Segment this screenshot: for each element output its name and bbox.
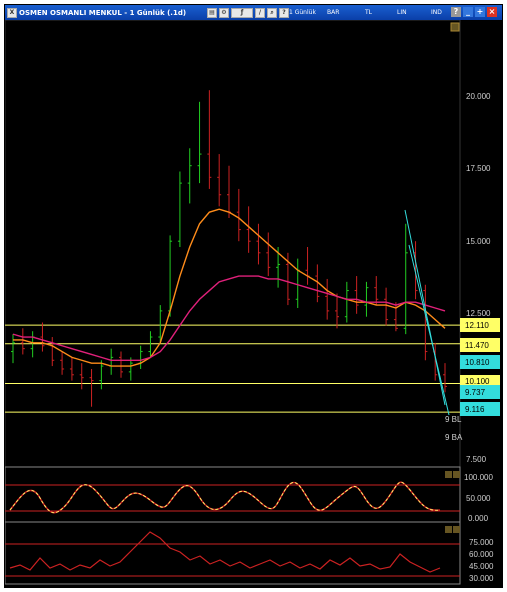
axis-label-7500: 7.500 [466,455,487,464]
rsi-panel [5,521,461,585]
zoom-icon[interactable]: ⌕ [267,7,277,18]
osc-axis-100: 100.000 [464,473,493,482]
price-bar [40,322,45,352]
price-bar [138,345,143,369]
price-bar [325,278,330,320]
price-bar [256,223,261,265]
price-bar [344,281,349,323]
panel-toggle-icon[interactable] [450,22,460,32]
price-bar [109,348,114,375]
price-bar [305,247,310,285]
price-bar [60,351,65,375]
price-bar [335,293,339,329]
currency-dropdown[interactable]: TL [365,9,372,16]
price-bar [236,188,241,242]
minimize-icon[interactable]: _ [463,7,473,17]
price-bar [50,337,55,367]
maximize-icon[interactable]: + [475,7,485,17]
window-title: OSMEN OSMANLI MENKUL - 1 Günlük (.1d) [19,8,187,17]
trendline-upper[interactable] [404,209,446,406]
annotation-ba: 9 BA [445,433,463,442]
price-chart[interactable]: 20.000 17.500 15.000 12.500 7.500 12.110… [5,20,502,587]
osc-axis-50: 50.000 [466,494,491,503]
stochastic-d-line [9,481,441,514]
rsi-axis-75: 75.000 [469,538,494,547]
trendline-lower[interactable] [408,244,450,416]
price-bar [20,328,25,355]
price-bar [197,101,202,184]
axis-label-15000: 15.000 [466,237,491,246]
price-bar [30,331,35,358]
price-bar [364,281,369,317]
help-icon[interactable]: ? [451,7,461,17]
panel3-settings-icon[interactable] [445,526,452,533]
panel2-close-icon[interactable] [453,471,460,478]
annotation-bl: 9 BL [445,415,462,424]
close-icon[interactable]: × [487,7,497,17]
axis-label-12500: 12.500 [466,309,491,318]
rsi-line [9,531,441,573]
price-bar [177,171,182,248]
axis-label-17500: 17.500 [466,164,491,173]
formula-icon[interactable]: ƒ [231,7,253,18]
price-bar [119,351,123,378]
panel2-settings-icon[interactable] [445,471,452,478]
draw-icon[interactable]: / [255,7,265,18]
app-icon: X [7,7,17,18]
ma-slow-line [12,275,446,361]
price-bar [266,232,271,277]
price-bar [246,206,251,253]
price-box-12110-label: 12.110 [465,321,489,330]
indicator-dropdown[interactable]: IND [431,9,442,16]
period-dropdown[interactable]: 1 Günlük [289,9,316,16]
price-bar [99,360,104,390]
axis-label-20000: 20.000 [466,92,491,101]
panel3-close-icon[interactable] [453,526,460,533]
price-box-11470-label: 11.470 [465,341,489,350]
price-box-9116-label: 9.116 [465,405,485,414]
open-icon[interactable]: ▤ [207,7,217,18]
price-bar [148,331,153,358]
price-bar [217,154,222,207]
price-bar [384,287,389,326]
price-bar [295,258,300,308]
osc-axis-0: 0.000 [468,514,489,523]
price-bar [443,363,447,393]
price-box-10100-label: 10.100 [465,377,490,386]
price-bar [89,368,94,407]
price-bar [374,276,379,306]
title-bar[interactable]: X OSMEN OSMANLI MENKUL - 1 Günlük (.1d) … [5,5,502,20]
price-bar [227,165,231,218]
price-bar [11,334,15,364]
price-bar [69,357,74,381]
price-bar [354,276,359,314]
rsi-axis-45: 45.000 [469,562,494,571]
price-panel [5,20,461,468]
price-box-10810-label: 10.810 [465,358,490,367]
chart-window: X OSMEN OSMANLI MENKUL - 1 Günlük (.1d) … [4,4,503,588]
price-bar [187,148,192,204]
price-bar [403,223,408,335]
rsi-axis-30: 30.000 [469,574,494,583]
rsi-axis-60: 60.000 [469,550,494,559]
info-icon[interactable]: ? [279,7,289,18]
scale-dropdown[interactable]: LIN [397,9,407,16]
price-box-9737-label: 9.737 [465,388,486,397]
bar-type-dropdown[interactable]: BAR [327,9,339,16]
ma-fast-line [13,208,446,367]
price-bar [79,363,84,390]
price-bar [207,90,212,189]
settings-icon[interactable]: ⚙ [219,7,229,18]
